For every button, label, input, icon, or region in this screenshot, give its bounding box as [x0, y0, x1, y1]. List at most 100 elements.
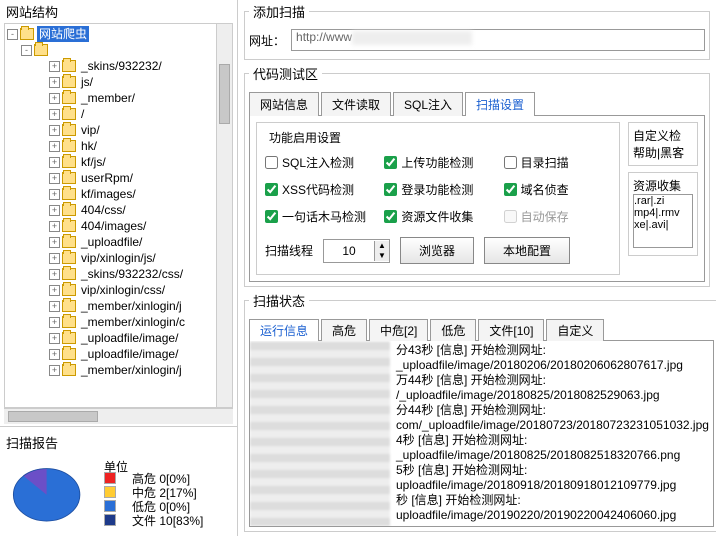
tab-0[interactable]: 网站信息	[249, 92, 319, 116]
expand-icon[interactable]: +	[49, 317, 60, 328]
tree-node[interactable]: +_uploadfile/	[7, 234, 230, 250]
collapse-icon[interactable]: -	[7, 29, 18, 40]
tree-root[interactable]: - 网站爬虫	[7, 26, 230, 42]
tree-node[interactable]: + kf/images/	[7, 186, 230, 202]
check-2[interactable]: 目录扫描	[504, 154, 611, 171]
expand-icon[interactable]: +	[49, 125, 60, 136]
check-input-1[interactable]	[384, 156, 397, 169]
expand-icon[interactable]: +	[49, 157, 60, 168]
tree-node[interactable]: +userRpm/	[7, 170, 230, 186]
url-input[interactable]: http://www	[291, 29, 705, 51]
check-5[interactable]: 域名侦查	[504, 181, 611, 198]
tab-3[interactable]: 扫描设置	[465, 92, 535, 116]
tree-node[interactable]: +_member/xinlogin/c	[7, 314, 230, 330]
tree-node-label: kf/images/	[79, 186, 138, 202]
tab-1[interactable]: 文件读取	[321, 92, 391, 116]
tree-node[interactable]: +_skins/932232/	[7, 58, 230, 74]
expand-icon[interactable]: +	[49, 333, 60, 344]
thread-input[interactable]	[324, 240, 374, 262]
status-tab-4[interactable]: 文件[10]	[478, 319, 544, 341]
expand-icon[interactable]: +	[49, 285, 60, 296]
check-3[interactable]: XSS代码检测	[265, 181, 372, 198]
thread-spinner[interactable]: ▲▼	[323, 239, 390, 263]
tree-node[interactable]: + _uploadfile/image/	[7, 346, 230, 362]
expand-icon[interactable]: +	[49, 253, 60, 264]
tree-node[interactable]: +_uploadfile/image/	[7, 330, 230, 346]
expand-icon[interactable]: +	[49, 205, 60, 216]
expand-icon[interactable]: +	[49, 237, 60, 248]
tree-node[interactable]: + _member/	[7, 90, 230, 106]
thread-label: 扫描线程	[265, 242, 313, 259]
browser-button[interactable]: 浏览器	[400, 237, 474, 264]
tree-node[interactable]: +404/css/	[7, 202, 230, 218]
spin-down-icon[interactable]: ▼	[375, 251, 389, 261]
tree-node[interactable]: +404/images/	[7, 218, 230, 234]
log-line: 分43秒 [信息] 开始检测网址:	[396, 343, 709, 358]
site-tree[interactable]: - 网站爬虫 - +_skins/932232/+js/+_member/+/+…	[4, 23, 233, 408]
expand-icon[interactable]: +	[49, 221, 60, 232]
tree-node[interactable]: +_member/xinlogin/j	[7, 298, 230, 314]
check-0[interactable]: SQL注入检测	[265, 154, 372, 171]
expand-icon[interactable]: +	[49, 77, 60, 88]
check-input-3[interactable]	[265, 183, 278, 196]
check-6[interactable]: 一句话木马检测	[265, 208, 372, 225]
folder-icon	[62, 220, 76, 232]
legend-unit: 单位	[104, 458, 128, 472]
expand-icon[interactable]: +	[49, 173, 60, 184]
folder-icon	[62, 284, 76, 296]
expand-icon[interactable]: +	[49, 61, 60, 72]
check-input-5[interactable]	[504, 183, 517, 196]
tree-root-label[interactable]: 网站爬虫	[37, 26, 89, 42]
check-input-4[interactable]	[384, 183, 397, 196]
spin-up-icon[interactable]: ▲	[375, 241, 389, 251]
expand-icon[interactable]: +	[49, 141, 60, 152]
tree-node[interactable]: +hk/	[7, 138, 230, 154]
status-tab-2[interactable]: 中危[2]	[369, 319, 428, 341]
check-4[interactable]: 登录功能检测	[384, 181, 491, 198]
tree-hscroll[interactable]	[4, 408, 233, 424]
custom-check-title: 自定义检	[633, 127, 693, 144]
tree-node-label: vip/xinlogin/css/	[79, 282, 167, 298]
tree-node-label: _uploadfile/image/	[79, 346, 180, 362]
tree-node-label: kf/js/	[79, 154, 108, 170]
check-1[interactable]: 上传功能检测	[384, 154, 491, 171]
tree-node[interactable]: -	[7, 42, 230, 58]
tab-2[interactable]: SQL注入	[393, 92, 463, 116]
expand-icon[interactable]: +	[49, 301, 60, 312]
check-7[interactable]: 资源文件收集	[384, 208, 491, 225]
url-label: 网址：	[249, 32, 285, 49]
status-tab-0[interactable]: 运行信息	[249, 319, 319, 341]
collapse-icon[interactable]: -	[21, 45, 32, 56]
legend-item: 中危 2[17%]	[132, 486, 203, 500]
tree-node[interactable]: + kf/js/	[7, 154, 230, 170]
status-tab-3[interactable]: 低危	[430, 319, 476, 341]
log-output[interactable]: 分43秒 [信息] 开始检测网址:_uploadfile/image/20180…	[249, 341, 714, 527]
log-line: 分44秒 [信息] 开始检测网址:	[396, 403, 709, 418]
resource-ext-input[interactable]	[633, 194, 693, 248]
tree-node[interactable]: +vip/	[7, 122, 230, 138]
tree-node[interactable]: +_member/xinlogin/j	[7, 362, 230, 378]
status-tab-1[interactable]: 高危	[321, 319, 367, 341]
expand-icon[interactable]: +	[49, 269, 60, 280]
tree-node[interactable]: +vip/xinlogin/js/	[7, 250, 230, 266]
tree-node[interactable]: + vip/xinlogin/css/	[7, 282, 230, 298]
check-input-2[interactable]	[504, 156, 517, 169]
expand-icon[interactable]: +	[49, 365, 60, 376]
tree-scrollbar[interactable]	[216, 24, 232, 407]
check-input-0[interactable]	[265, 156, 278, 169]
local-config-button[interactable]: 本地配置	[484, 237, 570, 264]
tree-node[interactable]: +_skins/932232/css/	[7, 266, 230, 282]
check-input-6[interactable]	[265, 210, 278, 223]
tree-node[interactable]: +/	[7, 106, 230, 122]
tree-node[interactable]: +js/	[7, 74, 230, 90]
expand-icon[interactable]: +	[49, 189, 60, 200]
expand-icon[interactable]: +	[49, 349, 60, 360]
expand-icon[interactable]: +	[49, 109, 60, 120]
status-tab-5[interactable]: 自定义	[546, 319, 604, 341]
tree-node-label: _member/	[79, 90, 137, 106]
expand-icon[interactable]: +	[49, 93, 60, 104]
check-input-7[interactable]	[384, 210, 397, 223]
add-scan-group: 添加扫描 网址： http://www	[244, 2, 710, 60]
report-legend: 单位 高危 0[0%]中危 2[17%]低危 0[0%]文件 10[83%]	[104, 458, 203, 528]
folder-icon	[62, 364, 76, 376]
